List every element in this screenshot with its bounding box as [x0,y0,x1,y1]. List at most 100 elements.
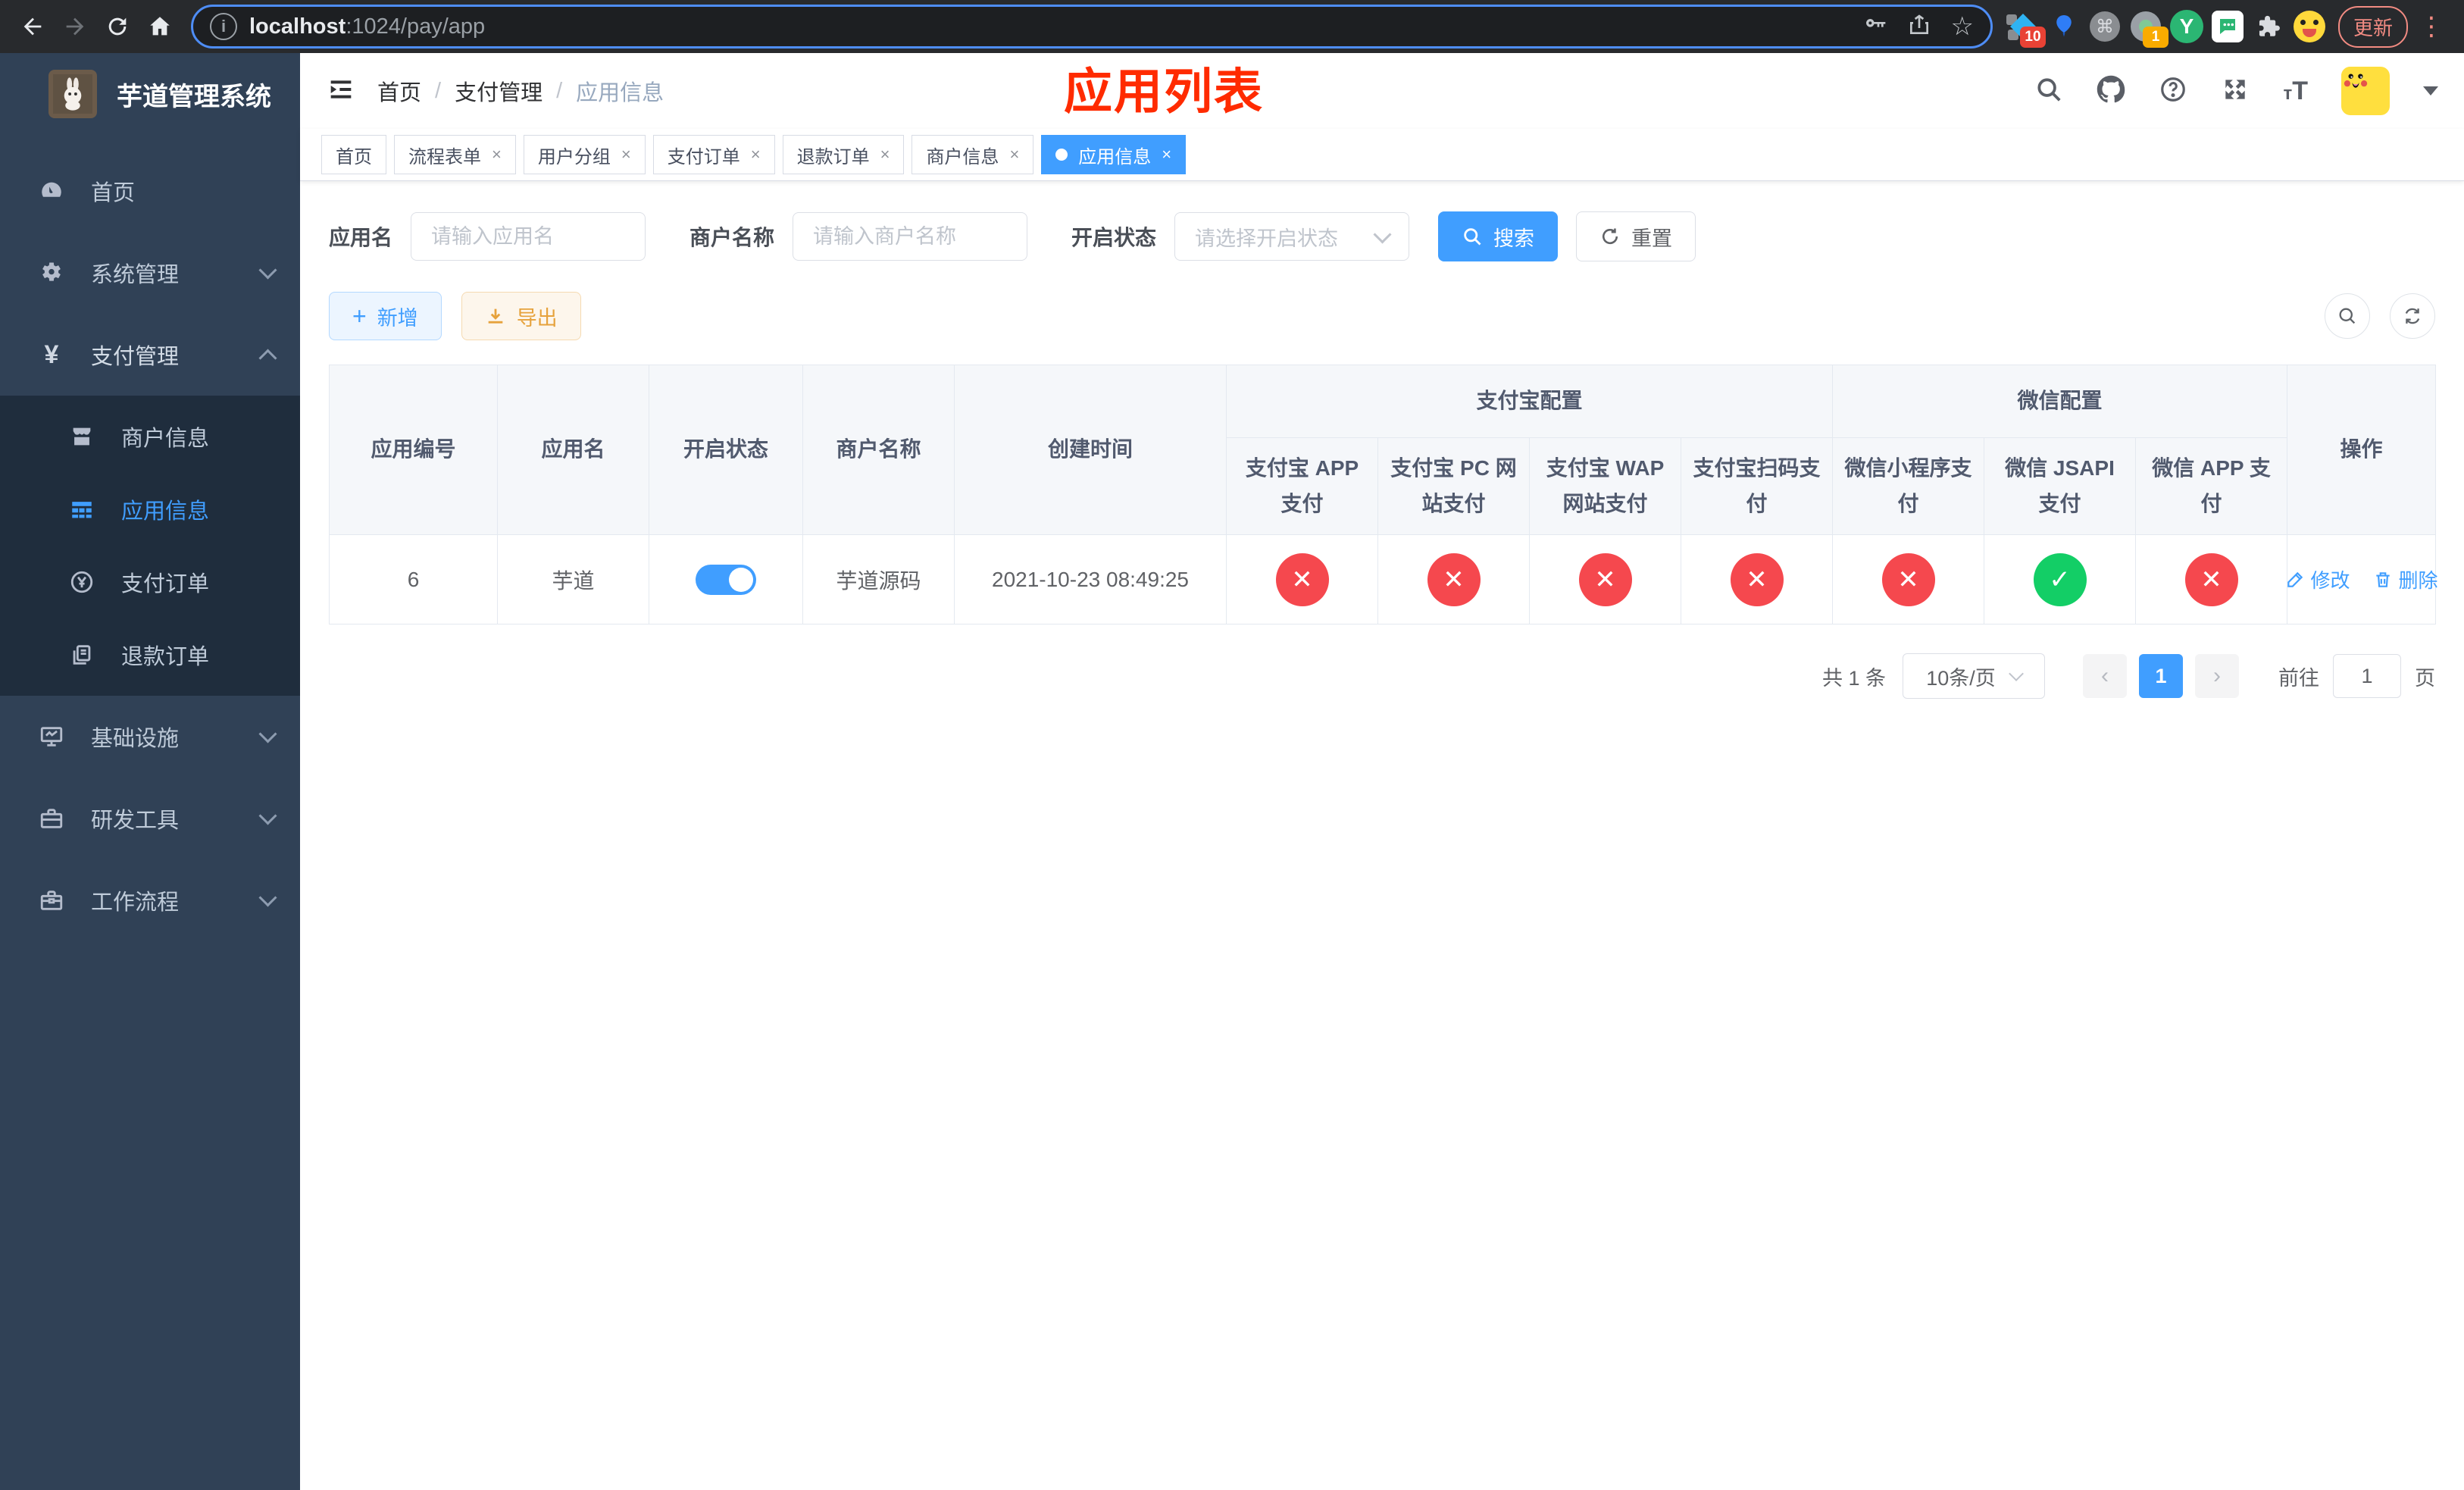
help-icon[interactable] [2159,75,2187,108]
browser-update-button[interactable]: 更新 [2337,5,2408,48]
next-page-button[interactable]: › [2195,654,2239,698]
sidebar-item-label: 商户信息 [121,427,210,451]
wx-app-status-icon [2184,552,2238,606]
group-wechat: 微信配置 [1832,365,2288,438]
download-icon [488,308,503,324]
extension-y-icon[interactable]: Y [2169,8,2205,45]
extension-chat-icon[interactable] [2209,8,2246,45]
close-icon[interactable]: × [492,145,502,164]
status-toggle[interactable] [696,564,756,595]
table-toolbar: + 新增 导出 [329,292,2435,340]
prev-page-button[interactable]: ‹ [2083,654,2127,698]
search-icon[interactable] [2034,75,2063,108]
pagination: 共 1 条 10条/页 ‹ 1 › 前往 页 [329,653,2435,699]
tab-merchant-info[interactable]: 商户信息 × [911,135,1034,174]
extension-camera-icon[interactable]: 1 [2128,8,2169,48]
edit-link[interactable]: 修改 [2285,565,2350,593]
chevron-down-icon [2008,666,2024,681]
url-text: localhost:1024/pay/app [249,14,486,39]
delete-link[interactable]: 删除 [2373,565,2438,593]
tab-user-group[interactable]: 用户分组 × [523,135,646,174]
payment-submenu: 商户信息 应用信息 支付订单 退款订单 [0,396,300,696]
sidebar-item-label: 工作流程 [91,891,180,915]
extension-balloon-icon[interactable] [2046,8,2082,45]
close-icon[interactable]: × [880,145,890,164]
extension-blue-diamond-icon[interactable]: 10 [2005,8,2046,48]
home-icon[interactable] [141,8,179,45]
tab-app-info[interactable]: 应用信息 × [1041,135,1187,174]
site-info-icon[interactable]: i [210,13,237,40]
sidebar-item-payment[interactable]: ¥ 支付管理 [0,314,300,396]
screen: i localhost:1024/pay/app ☆ 10 ⌘ 1 Y 更新 ⋮… [0,0,2464,1490]
col-alipay-pc: 支付宝 PC 网站支付 [1377,437,1530,535]
merchant-name-input[interactable] [793,212,1028,261]
back-icon[interactable] [14,8,52,45]
forward-icon[interactable] [56,8,94,45]
add-button[interactable]: + 新增 [329,292,442,340]
goto-label: 前往 [2278,666,2319,690]
col-wx-app: 微信 APP 支付 [2135,437,2288,535]
sidebar-item-home[interactable]: 首页 [0,150,300,232]
sidebar-item-pay-orders[interactable]: 支付订单 [0,546,300,618]
close-icon[interactable]: × [621,145,631,164]
goto-unit: 页 [2415,666,2435,690]
app-name-input[interactable] [411,212,646,261]
share-icon[interactable] [1907,13,1931,41]
refresh-icon [2405,308,2420,324]
sidebar-item-workflow[interactable]: 工作流程 [0,859,300,941]
total-count: 共 1 条 [1821,666,1886,690]
tab-refund-orders[interactable]: 退款订单 × [782,135,905,174]
annotation-title: 应用列表 [1064,64,1264,119]
close-icon[interactable]: × [1009,145,1019,164]
export-button[interactable]: 导出 [461,292,581,340]
filter-form: 应用名 商户名称 开启状态 请选择开启状态 搜索 [329,211,2435,261]
current-page-button[interactable]: 1 [2139,654,2183,698]
breadcrumb-payment[interactable]: 支付管理 [455,75,543,107]
cell-app-id: 6 [329,534,498,624]
font-size-icon[interactable]: ᴛT [2283,77,2308,106]
reset-button[interactable]: 重置 [1576,211,1696,261]
close-icon[interactable]: × [751,145,761,164]
sidebar-item-system[interactable]: 系统管理 [0,232,300,314]
sidebar-item-infrastructure[interactable]: 基础设施 [0,696,300,778]
refresh-button[interactable] [2390,293,2435,339]
extension-command-icon[interactable]: ⌘ [2087,8,2123,45]
avatar-caret-icon[interactable] [2423,86,2438,95]
show-search-button[interactable] [2325,293,2370,339]
browser-menu-icon[interactable]: ⋮ [2412,14,2450,39]
tab-home[interactable]: 首页 [321,135,386,174]
password-key-icon[interactable] [1863,13,1887,41]
browser-profile-avatar[interactable] [2291,8,2328,45]
breadcrumb-separator: / [435,78,442,103]
bookmark-star-icon[interactable]: ☆ [1951,14,1974,39]
alipay-scan-status-icon [1730,552,1784,606]
breadcrumb-home[interactable]: 首页 [377,75,421,107]
sidebar-item-merchant-info[interactable]: 商户信息 [0,400,300,473]
extensions-puzzle-icon[interactable] [2250,8,2287,45]
yen-circle-icon [67,569,97,595]
github-icon[interactable] [2097,75,2125,108]
col-wx-mini: 微信小程序支付 [1832,437,1985,535]
sidebar-item-app-info[interactable]: 应用信息 [0,473,300,546]
sidebar-item-dev-tools[interactable]: 研发工具 [0,778,300,859]
status-select[interactable]: 请选择开启状态 [1174,212,1410,261]
app-logo[interactable]: 芋道管理系统 [0,53,300,133]
breadcrumb: 首页 / 支付管理 / 应用信息 [377,75,664,107]
search-button[interactable]: 搜索 [1438,211,1559,261]
breadcrumb-separator: / [556,78,563,103]
close-icon[interactable]: × [1162,145,1171,164]
sidebar-item-refund-orders[interactable]: 退款订单 [0,618,300,691]
url-bar[interactable]: i localhost:1024/pay/app ☆ [191,5,1993,49]
collapse-sidebar-icon[interactable] [326,74,356,108]
reload-icon[interactable] [98,8,136,45]
goto-page-input[interactable] [2333,654,2401,698]
tab-process-form[interactable]: 流程表单 × [394,135,516,174]
user-avatar[interactable] [2341,67,2390,115]
tags-view-bar: 首页 流程表单 × 用户分组 × 支付订单 × 退款订单 × 商户信息 × 应用信息 × [300,129,2464,181]
tab-pay-orders[interactable]: 支付订单 × [652,135,775,174]
col-app-id: 应用编号 [329,365,498,535]
briefcase-icon [36,887,67,913]
fullscreen-icon[interactable] [2221,75,2250,108]
page-size-select[interactable]: 10条/页 [1903,653,2045,699]
col-created: 创建时间 [954,365,1227,535]
